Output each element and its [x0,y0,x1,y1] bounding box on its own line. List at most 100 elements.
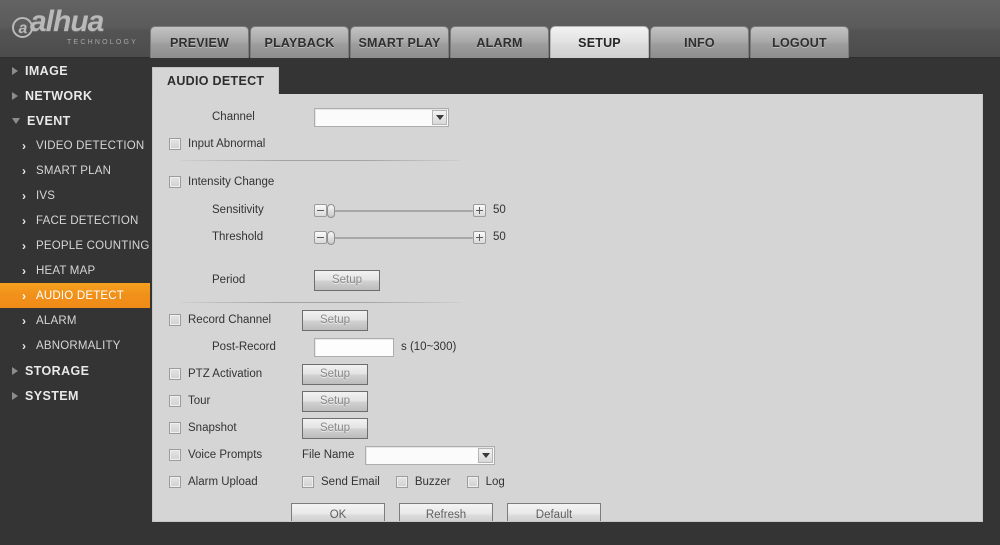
chevron-right-icon: › [22,288,26,303]
file-name-select[interactable] [365,445,495,465]
snapshot-label: Snapshot [188,422,237,434]
chevron-down-icon [432,109,447,125]
sidebar-item-storage[interactable]: STORAGE [0,358,150,383]
channel-select[interactable] [314,107,449,127]
tour-setup-button[interactable]: Setup [302,390,368,412]
threshold-track[interactable] [327,230,473,245]
logo-text: alhua [30,5,104,38]
row-ptz-activation: PTZ Activation Setup [169,363,368,385]
sidebar-item-heat-map[interactable]: › HEAT MAP [0,258,150,283]
sidebar-item-label: HEAT MAP [36,264,96,277]
sidebar-item-label: FACE DETECTION [36,214,139,227]
row-alarm-upload: Alarm Upload Send Email Buzzer Log [169,471,505,493]
threshold-handle[interactable] [327,230,335,245]
sidebar-nav: IMAGE NETWORK EVENT › VIDEO DETECTION › SMART … [0,58,150,545]
refresh-button[interactable]: Refresh [399,503,493,521]
sidebar-item-face-detection[interactable]: › FACE DETECTION [0,208,150,233]
chevron-right-icon [12,91,18,100]
input-abnormal-label: Input Abnormal [188,138,266,150]
record-channel-checkbox[interactable] [169,314,181,326]
record-channel-setup-button[interactable]: Setup [302,309,368,331]
nav-tab-setup[interactable]: SETUP [550,26,649,58]
threshold-increase-icon[interactable] [473,230,486,244]
row-input-abnormal: Input Abnormal [169,133,265,155]
voice-prompts-label: Voice Prompts [188,449,263,461]
tour-checkbox[interactable] [169,395,181,407]
nav-tab-smart-play[interactable]: SMART PLAY [350,26,449,58]
sensitivity-decrease-icon[interactable] [314,203,327,217]
sidebar-item-network[interactable]: NETWORK [0,83,150,108]
sidebar-item-ivs[interactable]: › IVS [0,183,150,208]
intensity-change-checkbox[interactable] [169,176,181,188]
dahua-logo: a alhua TECHNOLOGY [12,7,142,49]
chevron-right-icon [12,366,18,375]
nav-tab-alarm[interactable]: ALARM [450,26,549,58]
sidebar-item-image[interactable]: IMAGE [0,58,150,83]
sidebar-item-audio-detect[interactable]: › AUDIO DETECT [0,283,150,308]
file-name-label: File Name [302,449,355,461]
buzzer-checkbox[interactable] [395,476,408,488]
sidebar-item-event[interactable]: EVENT [0,108,150,133]
sidebar-item-label: AUDIO DETECT [36,289,125,302]
chevron-right-icon [12,391,18,400]
snapshot-setup-button[interactable]: Setup [302,417,368,439]
input-abnormal-checkbox[interactable] [169,138,181,150]
sidebar-item-smart-plan[interactable]: › SMART PLAN [0,158,150,183]
channel-select-value [315,109,448,111]
threshold-decrease-icon[interactable] [314,230,327,244]
nav-tab-logout[interactable]: LOGOUT [750,26,849,58]
divider-2 [181,302,461,303]
chevron-right-icon: › [22,313,26,328]
send-email-checkbox[interactable] [302,476,314,488]
chevron-down-icon [12,117,20,124]
nav-tab-info[interactable]: INFO [650,26,749,58]
tab-audio-detect[interactable]: AUDIO DETECT [152,67,280,94]
sidebar-item-alarm[interactable]: › ALARM [0,308,150,333]
post-record-input[interactable] [314,337,394,357]
sensitivity-track[interactable] [327,203,473,218]
ptz-activation-setup-button[interactable]: Setup [302,363,368,385]
period-setup-button[interactable]: Setup [314,269,380,291]
nav-tab-playback[interactable]: PLAYBACK [250,26,349,58]
sidebar-item-label: ABNORMALITY [36,339,121,352]
sidebar-item-label: PEOPLE COUNTING [36,239,150,252]
sidebar-item-system[interactable]: SYSTEM [0,383,150,408]
snapshot-checkbox[interactable] [169,422,181,434]
sensitivity-increase-icon[interactable] [473,203,486,217]
log-checkbox[interactable] [466,476,479,488]
threshold-value: 50 [493,231,506,243]
sensitivity-value: 50 [493,204,506,216]
chevron-right-icon: › [22,338,26,353]
nav-tab-preview[interactable]: PREVIEW [150,26,249,58]
row-voice-prompts: Voice Prompts File Name [169,444,495,466]
divider-1 [181,160,461,161]
threshold-label: Threshold [212,231,264,243]
chevron-right-icon: › [22,188,26,203]
app-header: a alhua TECHNOLOGY PREVIEW PLAYBACK SMART P… [0,0,1000,58]
sensitivity-handle[interactable] [327,203,335,218]
post-record-value [315,339,393,341]
sidebar-item-label: STORAGE [25,363,90,378]
row-record-channel: Record Channel Setup [169,309,368,331]
main-nav-tabs: PREVIEW PLAYBACK SMART PLAY ALARM SETUP INFO L… [150,26,850,58]
default-button[interactable]: Default [507,503,601,521]
chevron-right-icon: › [22,163,26,178]
sidebar-item-label: ALARM [36,314,77,327]
alarm-upload-checkbox[interactable] [169,476,181,488]
sidebar-item-label: SYSTEM [25,388,79,403]
voice-prompts-checkbox[interactable] [169,449,181,461]
sensitivity-slider[interactable]: 50 [314,203,506,218]
sidebar-item-abnormality[interactable]: › ABNORMALITY [0,333,150,358]
threshold-slider[interactable]: 50 [314,230,506,245]
buzzer-label: Buzzer [414,476,451,488]
alarm-upload-label: Alarm Upload [188,476,258,488]
logo-tagline: TECHNOLOGY [66,39,138,46]
sidebar-item-people-counting[interactable]: › PEOPLE COUNTING [0,233,150,258]
sidebar-item-video-detection[interactable]: › VIDEO DETECTION [0,133,150,158]
content-tabbar: AUDIO DETECT [152,67,280,94]
channel-label: Channel [212,111,255,123]
sidebar-item-label: NETWORK [25,88,93,103]
ok-button[interactable]: OK [291,503,385,521]
post-record-hint: s (10~300) [401,341,457,353]
ptz-activation-checkbox[interactable] [169,368,181,380]
